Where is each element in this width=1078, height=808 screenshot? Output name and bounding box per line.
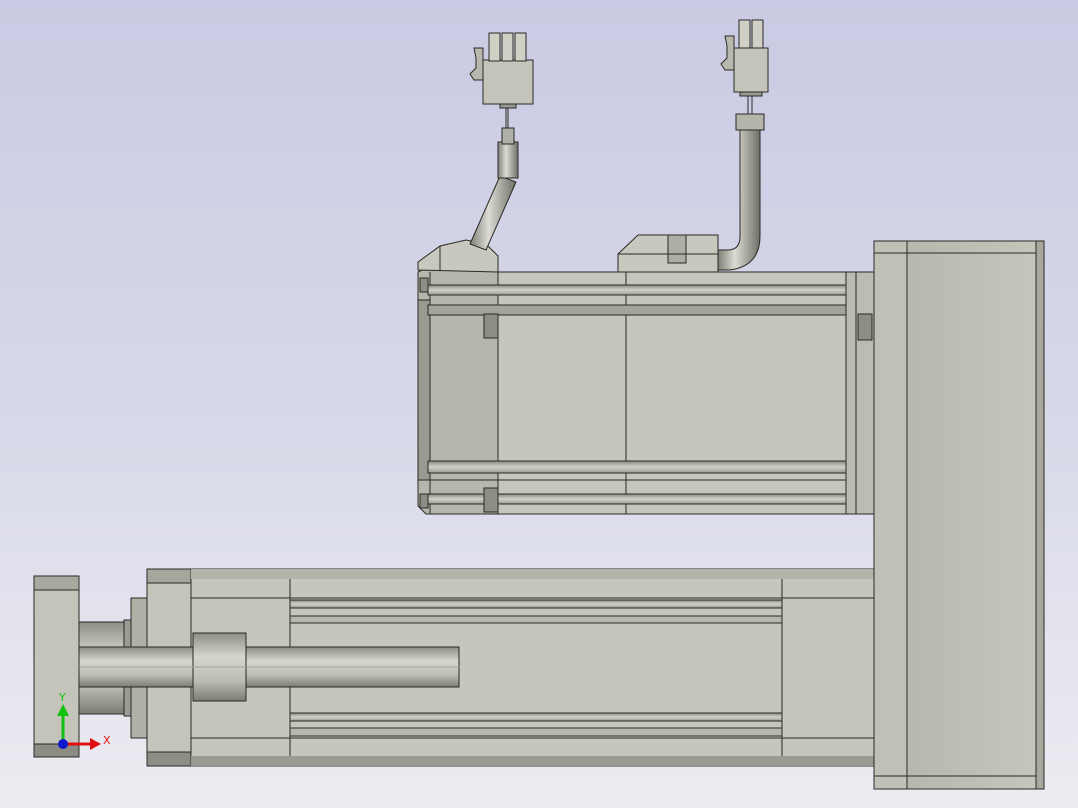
motor-flange xyxy=(845,271,875,515)
power-connector-plug-icon xyxy=(720,19,769,97)
bolt-head xyxy=(857,313,873,341)
power-cable-box xyxy=(617,234,719,273)
actuator-assembly[interactable] xyxy=(33,568,876,767)
triad-x-arrow-icon xyxy=(90,738,101,750)
gearbox-housing xyxy=(873,240,1045,790)
end-flange xyxy=(33,575,80,758)
bolt-head xyxy=(419,493,429,509)
servo-motor[interactable] xyxy=(417,267,875,515)
triad-y-label: Y xyxy=(58,691,66,704)
power-cable xyxy=(717,92,765,271)
bolt-head xyxy=(419,277,429,293)
encoder-cable xyxy=(469,104,519,251)
cad-model-view[interactable]: Y X xyxy=(0,0,1078,808)
triad-x-label: X xyxy=(103,734,111,747)
cad-graphics-viewport[interactable]: Y X xyxy=(0,0,1078,808)
bolt-head xyxy=(483,313,499,339)
encoder-connector-plug-icon xyxy=(469,32,534,109)
triad-z-axis-icon xyxy=(58,739,68,749)
bolt-head xyxy=(483,487,499,513)
